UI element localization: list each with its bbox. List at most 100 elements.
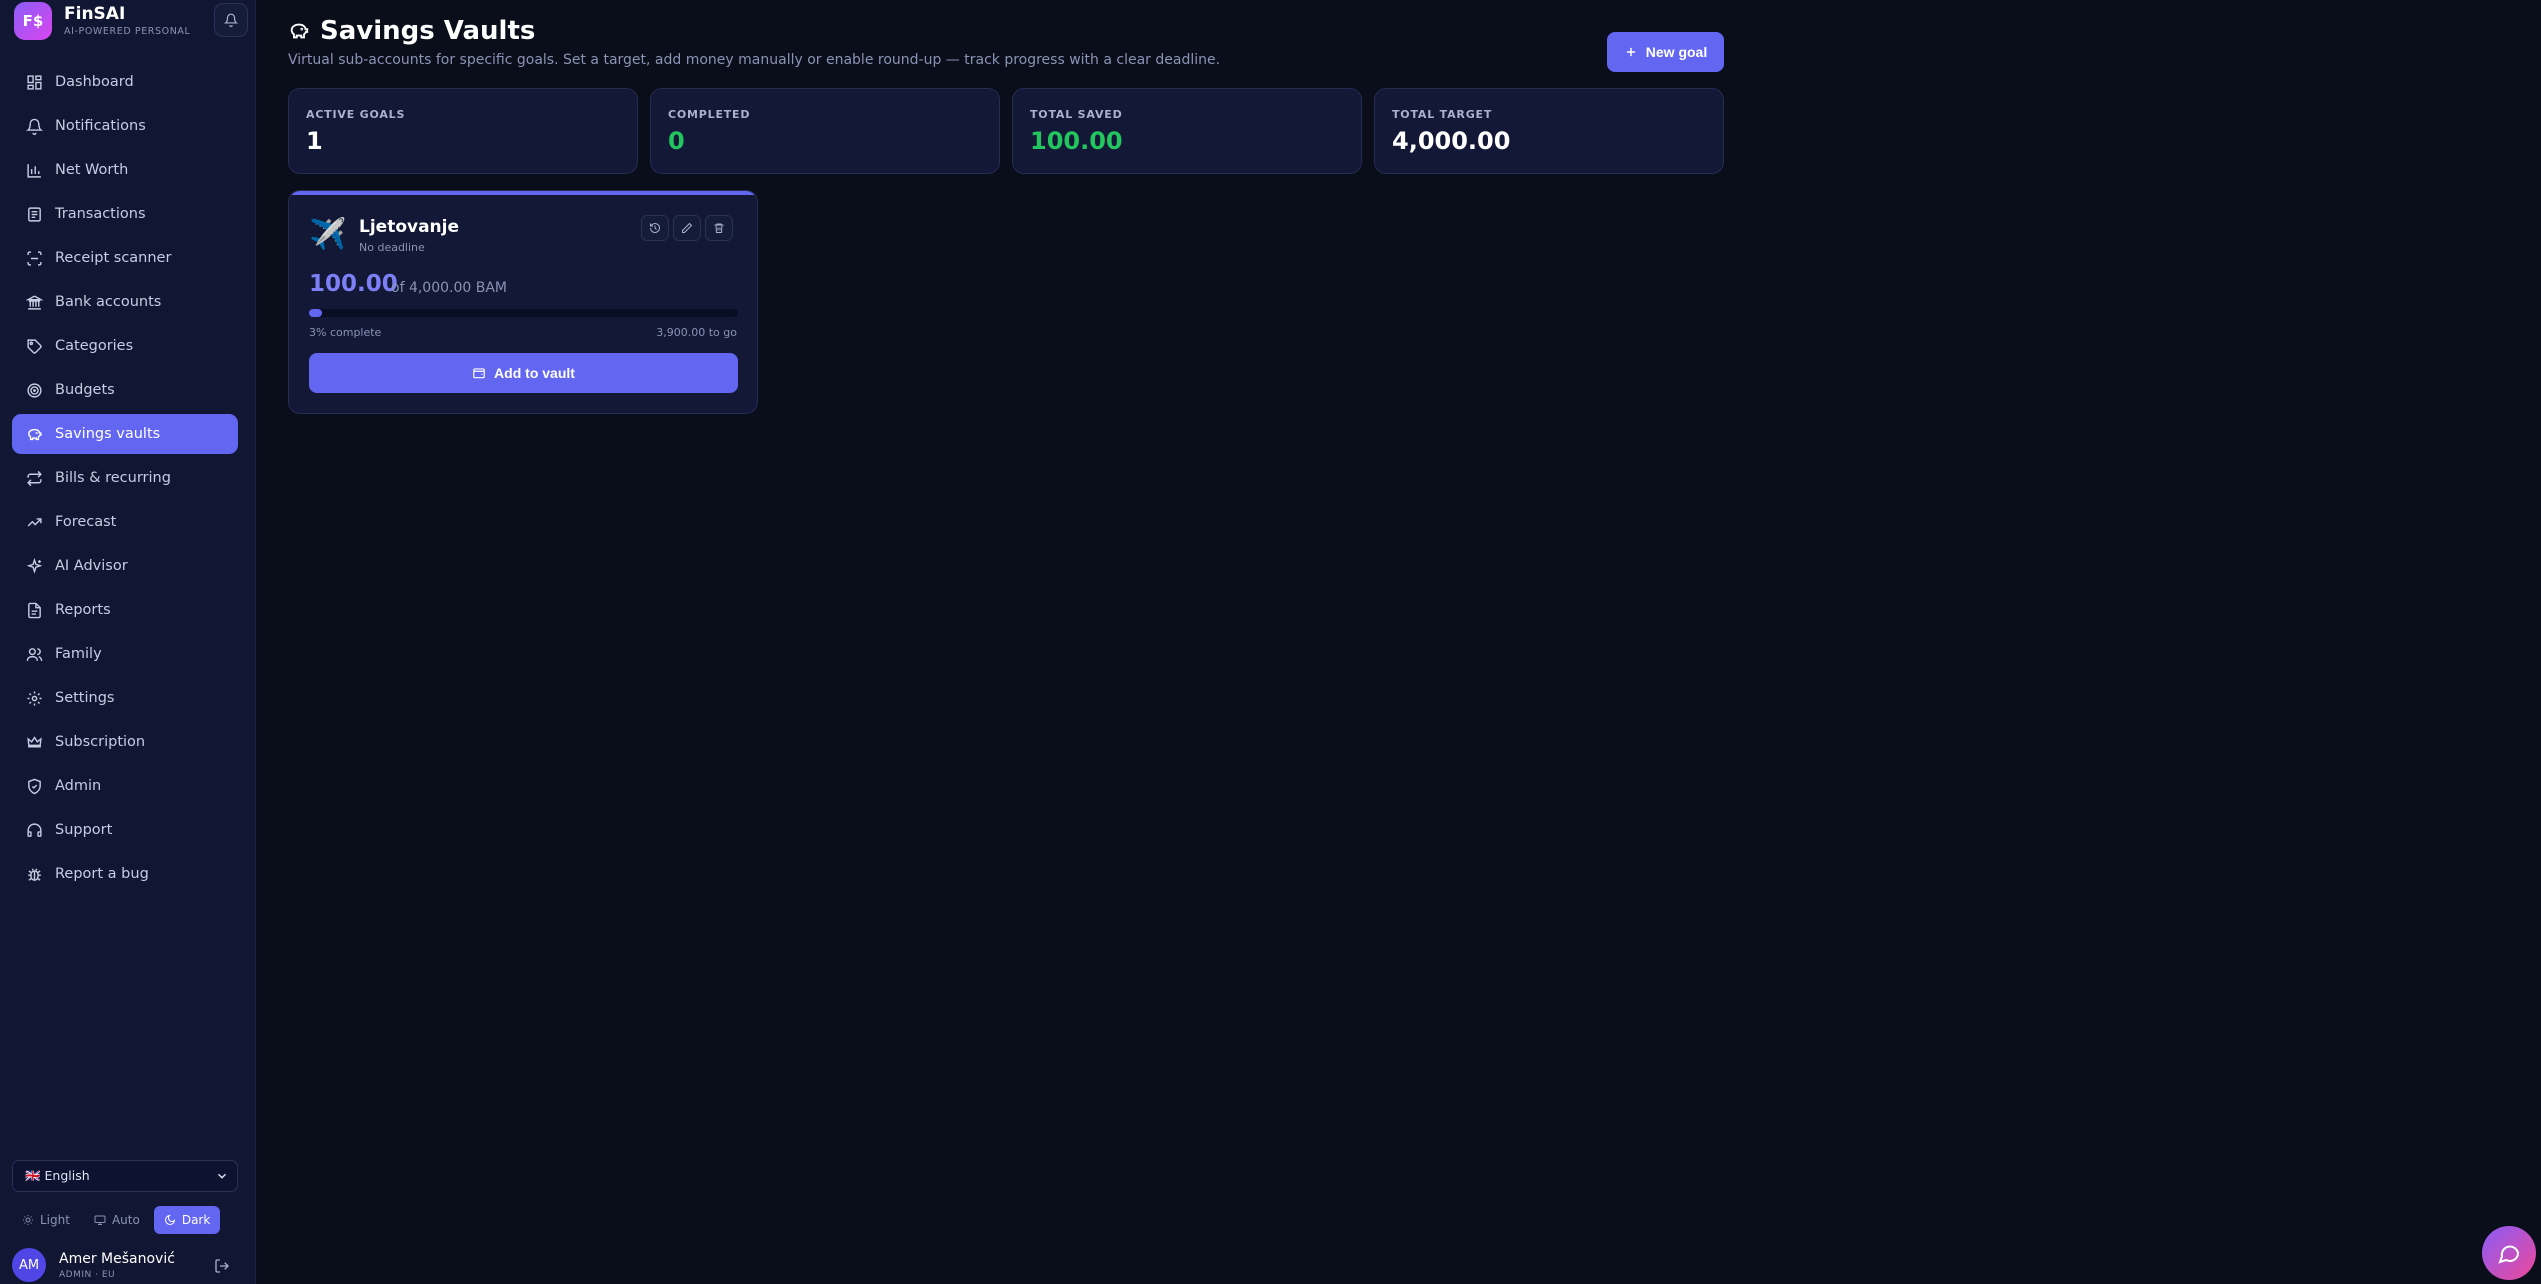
add-to-vault-label: Add to vault [494,365,575,381]
shield-icon [28,778,41,794]
theme-dark-label: Dark [181,1213,211,1227]
user-name: Amer Mešanović [59,1251,175,1267]
stat-card-completed: COMPLETED 0 [650,88,1000,174]
sidebar-item-bank-accounts[interactable]: Bank accounts [12,282,238,322]
stat-value: 100.00 [1030,127,1123,155]
sidebar-nav: Dashboard Notifications Net Worth Transa… [12,62,238,898]
sidebar-item-savings-vaults[interactable]: Savings vaults [12,414,238,454]
sidebar-item-reports[interactable]: Reports [12,590,238,630]
vault-saved-amount: 100.00 [309,271,398,297]
bank-icon [26,295,43,310]
bell-icon [26,118,43,135]
sidebar-item-receipt-scanner[interactable]: Receipt scanner [12,238,238,278]
language-value: 🇬🇧 English [25,1168,90,1183]
stat-value: 1 [306,127,323,155]
sidebar-item-notifications[interactable]: Notifications [12,106,238,146]
piggy-bank-icon [290,23,309,39]
receipt-icon [28,206,41,222]
history-button[interactable] [641,215,669,241]
sidebar-item-support[interactable]: Support [12,810,238,850]
sidebar-item-bills-recurring[interactable]: Bills & recurring [12,458,238,498]
page-title: Savings Vaults [320,16,536,46]
logout-button[interactable] [214,1258,230,1278]
delete-button[interactable] [705,215,733,241]
sidebar-item-label: Receipt scanner [55,250,172,266]
sidebar-item-ai-advisor[interactable]: AI Advisor [12,546,238,586]
sidebar-item-subscription[interactable]: Subscription [12,722,238,762]
sidebar-item-label: Net Worth [55,162,129,178]
sidebar-item-report-bug[interactable]: Report a bug [12,854,238,894]
sidebar-item-net-worth[interactable]: Net Worth [12,150,238,190]
stat-label: TOTAL TARGET [1392,108,1493,121]
sidebar-item-label: Transactions [55,206,146,222]
edit-button[interactable] [673,215,701,241]
sun-icon [23,1215,33,1225]
airplane-icon: ✈️ [309,217,347,252]
page-subtitle: Virtual sub-accounts for specific goals.… [288,52,1221,68]
chevron-down-icon [217,1173,227,1179]
sidebar-item-dashboard[interactable]: Dashboard [12,62,238,102]
vault-name: Ljetovanje [359,217,460,237]
sidebar-item-budgets[interactable]: Budgets [12,370,238,410]
sparkles-icon [26,557,43,574]
trending-up-icon [27,517,42,527]
stat-card-active-goals: ACTIVE GOALS 1 [288,88,638,174]
vault-target-text: of 4,000.00 BAM [391,280,507,296]
sidebar: F$ FinSAI AI-POWERED PERSONAL FINANCE Da… [0,0,256,1284]
page-header: Savings Vaults [288,16,535,46]
language-select[interactable]: 🇬🇧 English [12,1160,238,1192]
theme-auto-button[interactable]: Auto [84,1206,150,1234]
wallet-icon [473,368,485,379]
bug-icon [28,868,41,881]
sidebar-item-label: Report a bug [55,866,149,882]
new-goal-label: New goal [1645,44,1708,60]
sidebar-item-admin[interactable]: Admin [12,766,238,806]
stat-value: 4,000.00 [1392,127,1511,155]
bell-icon [224,13,238,27]
sidebar-item-forecast[interactable]: Forecast [12,502,238,542]
logout-icon [215,1259,229,1273]
theme-auto-label: Auto [111,1213,140,1227]
new-goal-button[interactable]: New goal [1607,32,1724,72]
chat-button[interactable] [2482,1226,2536,1280]
sidebar-item-transactions[interactable]: Transactions [12,194,238,234]
sidebar-item-settings[interactable]: Settings [12,678,238,718]
theme-dark-button[interactable]: Dark [153,1206,221,1234]
brand-tagline: AI-POWERED PERSONAL FINANCE [64,26,194,37]
sidebar-item-label: Forecast [55,514,117,530]
vault-progress-bar [309,309,738,317]
file-icon [28,602,41,618]
notifications-button[interactable] [214,3,248,37]
theme-switcher: Light Auto Dark [12,1206,221,1236]
piggy-bank-icon [28,428,42,440]
sidebar-item-label: AI Advisor [55,558,128,574]
scan-icon [27,250,42,266]
history-icon [650,223,660,233]
sidebar-item-label: Support [55,822,113,838]
plus-icon [1626,47,1635,57]
pencil-icon [682,222,693,233]
sidebar-item-label: Admin [55,778,102,794]
sidebar-item-label: Dashboard [55,74,134,90]
sidebar-item-label: Categories [55,338,134,354]
sidebar-item-family[interactable]: Family [12,634,238,674]
sidebar-item-label: Savings vaults [55,426,161,442]
brand-logo: F$ [14,2,52,40]
stat-label: TOTAL SAVED [1030,108,1123,121]
stat-value: 0 [668,127,685,155]
gear-icon [27,690,42,706]
sidebar-item-label: Subscription [55,734,146,750]
vault-actions [641,215,733,241]
add-to-vault-button[interactable]: Add to vault [309,353,738,393]
user-role: ADMIN · EU [59,1270,116,1280]
trash-icon [714,223,724,233]
sidebar-item-label: Budgets [55,382,115,398]
avatar[interactable]: AM [12,1248,46,1282]
stat-card-total-saved: TOTAL SAVED 100.00 [1012,88,1362,174]
headset-icon [27,822,42,837]
stat-label: COMPLETED [668,108,751,121]
theme-light-button[interactable]: Light [12,1206,80,1234]
sidebar-item-label: Reports [55,602,111,618]
sidebar-item-label: Settings [55,690,115,706]
sidebar-item-categories[interactable]: Categories [12,326,238,366]
